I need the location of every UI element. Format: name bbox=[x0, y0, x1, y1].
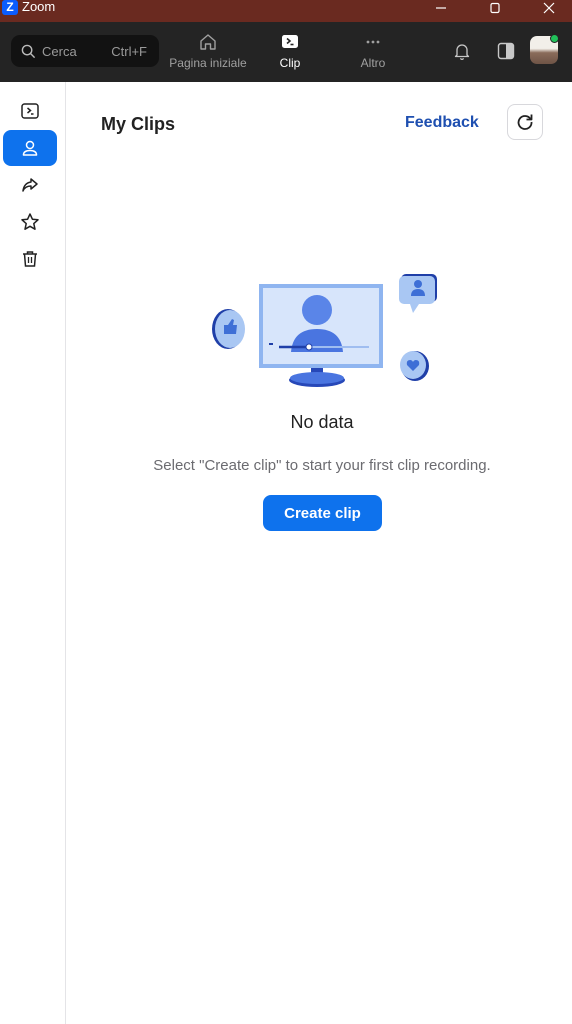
tab-more[interactable]: Altro bbox=[350, 32, 396, 70]
search-icon bbox=[21, 44, 36, 59]
trash-icon bbox=[23, 251, 37, 267]
main-content: My Clips Feedback No data Select "Create… bbox=[67, 82, 572, 1024]
empty-state-description: Select "Create clip" to start your first… bbox=[153, 457, 491, 474]
minimize-icon bbox=[436, 7, 446, 9]
sidebar bbox=[0, 82, 66, 1024]
tab-clip-label: Clip bbox=[279, 56, 301, 70]
refresh-button[interactable] bbox=[507, 104, 543, 140]
sidebar-item-my-clips[interactable] bbox=[3, 130, 57, 166]
minimize-button[interactable] bbox=[418, 0, 464, 16]
app-title: Zoom bbox=[22, 0, 56, 14]
sidebar-item-all-clips[interactable] bbox=[3, 93, 57, 129]
close-window-button[interactable] bbox=[526, 0, 572, 16]
empty-state-title: No data bbox=[290, 412, 354, 432]
home-icon bbox=[200, 34, 216, 50]
share-icon bbox=[22, 178, 38, 192]
zoom-logo-icon: Z bbox=[2, 0, 18, 15]
person-icon bbox=[22, 140, 38, 156]
search-placeholder: Cerca bbox=[42, 44, 77, 59]
more-icon bbox=[366, 40, 380, 44]
close-icon bbox=[543, 2, 555, 14]
sidebar-item-shared[interactable] bbox=[3, 167, 57, 203]
status-indicator bbox=[550, 34, 559, 43]
star-icon bbox=[21, 213, 39, 230]
page-title: My Clips bbox=[101, 114, 176, 134]
clip-play-icon bbox=[21, 103, 39, 119]
create-clip-button[interactable]: Create clip bbox=[263, 495, 382, 531]
title-bar: Z Zoom bbox=[0, 0, 572, 22]
top-navigation: Cerca Ctrl+F Pagina iniziale Clip Altro bbox=[0, 22, 572, 82]
tab-clip[interactable]: Clip bbox=[266, 32, 314, 70]
tab-more-label: Altro bbox=[360, 56, 386, 70]
empty-clips-illustration bbox=[212, 274, 437, 387]
sidebar-item-trash[interactable] bbox=[3, 241, 57, 277]
feedback-link[interactable]: Feedback bbox=[405, 114, 479, 132]
maximize-button[interactable] bbox=[472, 0, 518, 16]
clip-icon bbox=[282, 35, 298, 48]
bell-icon[interactable] bbox=[452, 41, 472, 61]
refresh-icon bbox=[517, 114, 533, 130]
maximize-icon bbox=[490, 2, 500, 14]
panel-toggle-icon[interactable] bbox=[496, 41, 516, 61]
tab-home[interactable]: Pagina iniziale bbox=[168, 32, 248, 70]
tab-home-label: Pagina iniziale bbox=[169, 56, 247, 70]
search-shortcut: Ctrl+F bbox=[111, 44, 147, 59]
search-input[interactable]: Cerca Ctrl+F bbox=[11, 35, 159, 67]
sidebar-item-favorites[interactable] bbox=[3, 204, 57, 240]
